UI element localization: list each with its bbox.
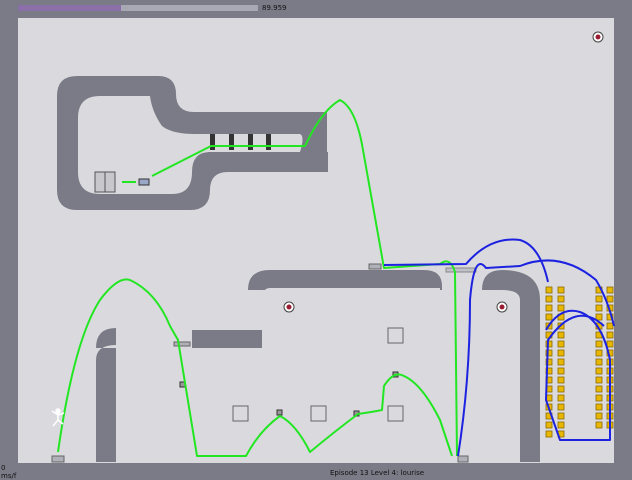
gold-piece	[545, 286, 553, 294]
gold-piece	[545, 421, 553, 429]
speed-value: 0	[1, 464, 6, 472]
toggle-block	[266, 134, 271, 150]
block	[387, 405, 404, 422]
one-way-platform	[368, 263, 382, 270]
gold-piece	[557, 421, 565, 429]
gold-piece	[545, 430, 553, 438]
gold-piece	[595, 340, 603, 348]
mine	[283, 301, 295, 313]
gold-piece	[595, 376, 603, 384]
gold-piece	[606, 340, 614, 348]
gold-piece	[545, 313, 553, 321]
launch-pad	[276, 409, 283, 416]
time-bar	[18, 5, 121, 11]
gold-piece	[595, 358, 603, 366]
timer-readout: 89.959	[262, 4, 287, 12]
gold-piece	[557, 403, 565, 411]
mine	[496, 301, 508, 313]
game-stage: 89.959 Episode 13 Level 4: lourise 0 ms/…	[0, 0, 632, 480]
one-way-platform	[51, 455, 65, 463]
gold-piece	[557, 295, 565, 303]
gold-piece	[595, 421, 603, 429]
gold-piece	[557, 376, 565, 384]
gold-piece	[606, 286, 614, 294]
gold-piece	[557, 394, 565, 402]
gold-piece	[557, 304, 565, 312]
exit-door	[94, 171, 116, 193]
gold-piece	[595, 412, 603, 420]
block	[310, 405, 327, 422]
toggle-block	[229, 134, 234, 150]
speed-unit: ms/f	[1, 472, 17, 480]
gold-piece	[557, 286, 565, 294]
one-way-platform	[445, 267, 477, 273]
gold-piece	[595, 349, 603, 357]
lower-step	[192, 330, 262, 348]
gold-piece	[557, 349, 565, 357]
gold-piece	[595, 367, 603, 375]
gold-piece	[557, 367, 565, 375]
ring-divider	[208, 152, 328, 172]
gold-piece	[606, 295, 614, 303]
gold-piece	[557, 340, 565, 348]
gold-piece	[595, 295, 603, 303]
exit-switch	[138, 178, 150, 186]
gold-piece	[595, 313, 603, 321]
gold-piece	[545, 304, 553, 312]
block	[387, 327, 404, 344]
gold-piece	[557, 331, 565, 339]
gold-piece	[557, 385, 565, 393]
gold-piece	[606, 331, 614, 339]
gold-piece	[595, 304, 603, 312]
gold-piece	[545, 295, 553, 303]
gold-piece	[557, 412, 565, 420]
one-way-platform	[173, 341, 191, 347]
mine	[592, 31, 604, 43]
gold-piece	[595, 403, 603, 411]
toggle-block	[210, 134, 215, 150]
episode-caption: Episode 13 Level 4: lourise	[330, 469, 425, 477]
block	[232, 405, 249, 422]
gold-piece	[606, 322, 614, 330]
toggle-block	[248, 134, 253, 150]
gold-piece	[595, 394, 603, 402]
gold-piece	[595, 385, 603, 393]
gold-piece	[557, 358, 565, 366]
level-canvas	[18, 5, 615, 463]
one-way-platform	[457, 455, 469, 463]
